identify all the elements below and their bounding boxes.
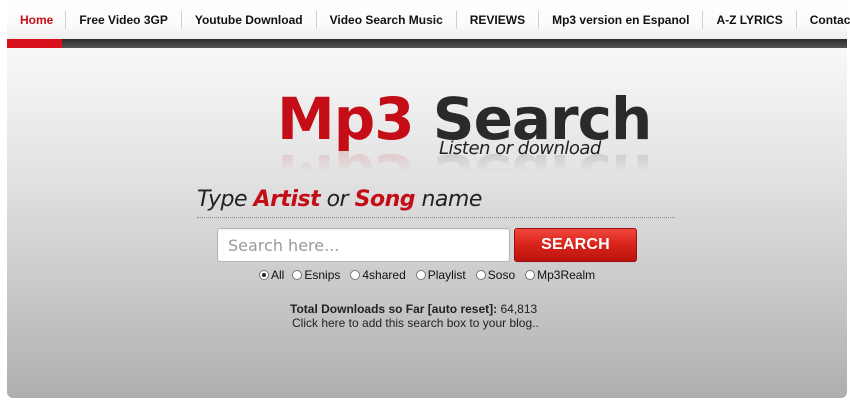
radio-label: 4shared [362,268,406,282]
nav-active-indicator [7,39,62,48]
nav-bottom-strip [7,39,847,48]
radio-playlist[interactable]: Playlist [415,268,476,282]
radio-button-checked[interactable] [259,270,269,280]
download-stats: Total Downloads so Far [auto reset]: 64,… [290,302,537,316]
radio-label: Playlist [427,268,466,282]
search-headline: Type Artist or Song name [197,187,482,212]
dotted-divider [197,217,675,218]
download-stats-label: Total Downloads so Far [auto reset]: [290,302,498,316]
nav-item-free-video-3gp[interactable]: Free Video 3GP [66,0,180,40]
main-panel: Mp3 Search Mp3 Search Listen or download… [7,48,847,398]
radio-label: All [271,268,285,282]
nav-item-contacts[interactable]: Contacts [797,0,850,40]
headline-type: Type [197,187,248,212]
nav-item-video-search-music[interactable]: Video Search Music [317,0,456,40]
nav-item-home[interactable]: Home [7,0,65,40]
radio-label: Mp3Realm [537,268,596,282]
radio-label: Esnips [304,268,341,282]
radio-esnips[interactable]: Esnips [292,268,350,282]
search-button[interactable]: SEARCH [514,228,637,262]
radio-all[interactable]: All [259,268,292,282]
radio-button[interactable] [292,270,303,280]
headline-artist: Artist [253,187,321,212]
radio-4shared[interactable]: 4shared [350,268,415,282]
top-navigation: Home Free Video 3GP Youtube Download Vid… [7,0,850,48]
radio-button[interactable] [415,270,426,280]
headline-or: or [326,187,349,212]
search-input[interactable] [217,228,510,262]
nav-item-az-lyrics[interactable]: A-Z LYRICS [703,0,795,40]
logo-tagline: Listen or download [439,138,601,159]
add-to-blog-link[interactable]: Click here to add this search box to you… [292,316,539,330]
source-radio-group: All Esnips 4shared Playlist Soso Mp3Real… [259,267,605,283]
headline-song: Song [354,187,416,212]
radio-mp3realm[interactable]: Mp3Realm [525,268,605,282]
nav-item-reviews[interactable]: REVIEWS [457,0,538,40]
nav-items: Home Free Video 3GP Youtube Download Vid… [7,0,850,40]
headline-name: name [421,187,482,212]
download-count: 64,813 [500,302,538,316]
radio-soso[interactable]: Soso [475,268,525,282]
nav-item-youtube-download[interactable]: Youtube Download [182,0,316,40]
nav-item-mp3-espanol[interactable]: Mp3 version en Espanol [539,0,702,40]
radio-button[interactable] [525,270,536,280]
radio-button[interactable] [475,270,486,280]
radio-button[interactable] [350,270,361,280]
logo-mp3: Mp3 [277,85,415,153]
radio-label: Soso [487,268,516,282]
